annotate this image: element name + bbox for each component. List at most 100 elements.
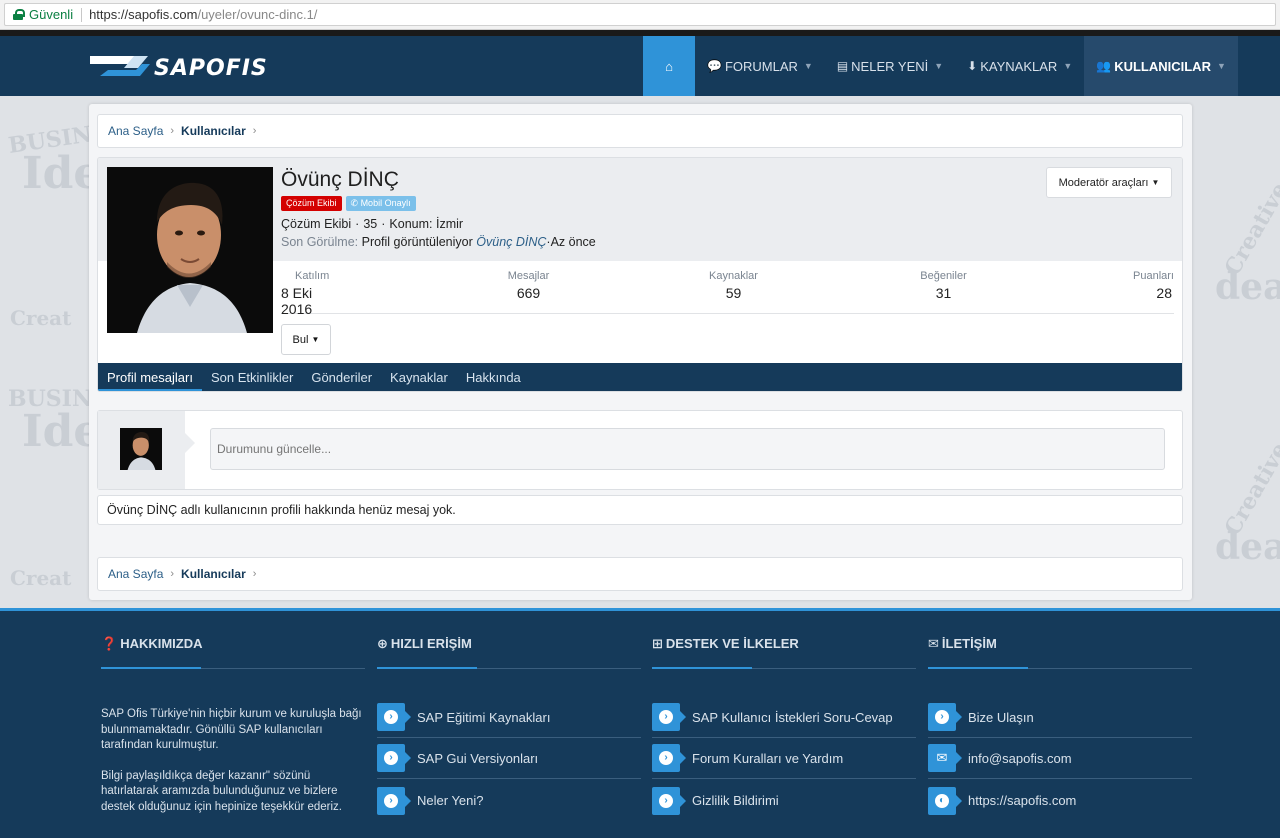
footer-link-label: Gizlilik Bildirimi [692, 793, 779, 808]
footer-divider [101, 667, 365, 669]
comments-icon: 💬 [707, 59, 722, 73]
breadcrumb-users[interactable]: Kullanıcılar [181, 567, 246, 581]
home-icon: ⌂ [665, 58, 673, 74]
secure-label: Güvenli [29, 7, 74, 22]
url-base: https://sapofis.com [89, 7, 198, 22]
url-path: /uyeler/ovunc-dinc.1/ [197, 7, 318, 22]
footer-link-rules[interactable]: › Forum Kuralları ve Yardım [652, 738, 916, 779]
footer-link-whats-new[interactable]: › Neler Yeni? [377, 780, 641, 821]
nav-resources-label: KAYNAKLAR [980, 58, 1058, 74]
footer-link-privacy[interactable]: › Gizlilik Bildirimi [652, 780, 916, 821]
chevron-right-icon: › [252, 568, 257, 580]
nav-whats-new[interactable]: ▤ NELER YENİ ▼ [825, 36, 955, 96]
site-footer: ❓ HAKKIMIZDA SAP Ofis Türkiye'nin hiçbir … [0, 608, 1280, 838]
find-button[interactable]: Bul ▼ [281, 324, 331, 355]
footer-divider [928, 667, 1192, 669]
nav-forums[interactable]: 💬 FORUMLAR ▼ [695, 36, 825, 96]
breadcrumb-home[interactable]: Ana Sayfa [108, 567, 163, 581]
footer-link-website[interactable]: ◐ https://sapofis.com [928, 780, 1192, 821]
chevron-down-icon[interactable]: ▼ [934, 61, 943, 71]
stat-points[interactable]: Puanları 28 [1116, 270, 1174, 301]
nav-users-label: KULLANICILAR [1114, 58, 1211, 74]
breadcrumb-bottom: Ana Sayfa › Kullanıcılar › [97, 557, 1183, 591]
svg-text:SAPOFIS: SAPOFIS [154, 56, 268, 81]
lock-icon [13, 9, 25, 20]
life-ring-icon: ⊕ [377, 636, 388, 651]
arrow-circle-right-icon: › [377, 786, 411, 815]
profile-tabs: Profil mesajları Son Etkinlikler Gönderi… [98, 363, 1182, 391]
site-header: SAPOFIS ⌂ 💬 FORUMLAR ▼ ▤ NELER YENİ ▼ ⬇ … [0, 36, 1280, 96]
address-bar[interactable]: Güvenli https://sapofis.com/uyeler/ovunc… [4, 3, 1276, 26]
footer-link-sap-training[interactable]: › SAP Eğitimi Kaynakları [377, 697, 641, 738]
whatsapp-icon: ✆ [350, 198, 361, 208]
tab-about[interactable]: Hakkında [457, 363, 530, 391]
user-location[interactable]: İzmir [436, 217, 463, 231]
footer-link-sap-gui[interactable]: › SAP Gui Versiyonları [377, 738, 641, 779]
footer-about-title: ❓ HAKKIMIZDA [101, 636, 203, 652]
arrow-circle-right-icon: › [652, 703, 686, 731]
arrow-circle-right-icon: › [928, 703, 962, 731]
nav-users[interactable]: 👥 KULLANICILAR ▼ [1084, 36, 1238, 96]
site-logo[interactable]: SAPOFIS [90, 50, 270, 82]
stat-joined: Katılım 8 Eki 2016 [281, 270, 337, 317]
caret-down-icon: ▼ [311, 335, 320, 344]
status-update-box [97, 410, 1183, 490]
stat-likes[interactable]: Beğeniler 31 [906, 270, 981, 301]
moderator-tools-button[interactable]: Moderatör araçları ▼ [1046, 167, 1172, 198]
footer-support-title: ⊞ DESTEK VE İLKELER [652, 636, 799, 652]
tab-latest-activity[interactable]: Son Etkinlikler [202, 363, 302, 391]
tab-postings[interactable]: Gönderiler [302, 363, 381, 391]
stat-value: 8 Eki 2016 [281, 285, 313, 317]
stat-label: Katılım [295, 270, 330, 282]
mobile-verified-label: Mobil Onaylı [360, 198, 411, 208]
footer-link-label: https://sapofis.com [968, 793, 1077, 808]
stat-messages[interactable]: Mesajlar 669 [491, 270, 566, 301]
chevron-down-icon[interactable]: ▼ [804, 61, 813, 71]
footer-link-qa[interactable]: › SAP Kullanıcı İstekleri Soru-Cevap [652, 697, 916, 738]
envelope-icon: ✉ [928, 636, 939, 651]
footer-divider [652, 667, 916, 669]
breadcrumb-users[interactable]: Kullanıcılar [181, 124, 246, 138]
footer-link-label: Bize Ulaşın [968, 709, 1034, 725]
chevron-right-icon: › [252, 125, 257, 137]
empty-profile-message: Övünç DİNÇ adlı kullanıcının profili hak… [97, 495, 1183, 525]
profile-card: Övünç DİNÇ Çözüm Ekibi ✆ Mobil Onaylı Çö… [97, 157, 1183, 392]
main-nav: ⌂ 💬 FORUMLAR ▼ ▤ NELER YENİ ▼ ⬇ KAYNAKLA… [643, 36, 1238, 96]
globe-icon: ◐ [928, 786, 962, 815]
stat-value: 669 [516, 285, 541, 301]
find-label: Bul [292, 333, 309, 346]
last-seen-time: Az önce [550, 235, 596, 249]
stat-resources[interactable]: Kaynaklar 59 [696, 270, 771, 301]
chevron-down-icon[interactable]: ▼ [1217, 61, 1226, 71]
status-avatar-area [98, 411, 195, 489]
moderator-tools-label: Moderatör araçları [1058, 176, 1149, 189]
download-icon: ⬇ [967, 59, 978, 73]
tab-resources[interactable]: Kaynaklar [381, 363, 457, 391]
footer-link-email[interactable]: ✉ info@sapofis.com [928, 738, 1192, 779]
nav-forums-label: FORUMLAR [724, 58, 798, 74]
stat-value: 59 [725, 285, 742, 301]
nav-resources[interactable]: ⬇ KAYNAKLAR ▼ [955, 36, 1084, 96]
footer-link-label: SAP Gui Versiyonları [417, 750, 539, 766]
footer-link-contact-us[interactable]: › Bize Ulaşın [928, 697, 1192, 738]
question-circle-icon: ❓ [101, 636, 118, 651]
stat-value: 28 [1156, 285, 1172, 301]
breadcrumb-home[interactable]: Ana Sayfa [108, 124, 163, 138]
stat-label: Beğeniler [920, 270, 967, 282]
nav-home[interactable]: ⌂ [643, 36, 695, 96]
address-separator [81, 7, 83, 22]
tab-profile-posts[interactable]: Profil mesajları [98, 363, 202, 391]
avatar[interactable] [107, 167, 273, 333]
footer-contact-title: ✉ İLETİŞİM [928, 636, 997, 652]
user-info: Çözüm Ekibi · 35 · Konum: İzmir [281, 217, 464, 231]
status-update-input[interactable] [210, 428, 1165, 470]
footer-link-label: info@sapofis.com [968, 750, 1072, 766]
chevron-right-icon: › [170, 125, 175, 137]
stat-value: 31 [935, 285, 952, 301]
footer-quick-title-text: HIZLI ERİŞİM [390, 636, 472, 651]
chevron-down-icon[interactable]: ▼ [1063, 61, 1072, 71]
last-seen-label: Son Görülme: [281, 235, 359, 249]
last-seen-user-link[interactable]: Övünç DİNÇ [476, 235, 546, 249]
avatar[interactable] [120, 428, 162, 470]
footer-link-label: Forum Kuralları ve Yardım [692, 750, 844, 766]
